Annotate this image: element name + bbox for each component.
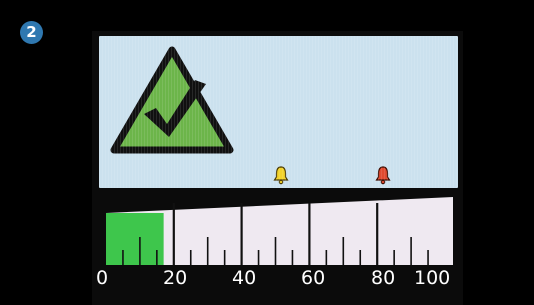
alarm-yellow-icon	[273, 166, 289, 185]
tick-label-40: 40	[232, 267, 257, 289]
tick-label-80: 80	[371, 267, 396, 289]
bar-gauge	[106, 197, 453, 265]
tick-label-0: 0	[96, 267, 109, 289]
lcd-screen	[99, 36, 458, 188]
tick-label-100: 100	[414, 267, 451, 289]
alarm-red-icon	[375, 166, 391, 185]
gauge-fill	[106, 213, 164, 265]
tick-label-20: 20	[163, 267, 188, 289]
tick-label-60: 60	[301, 267, 326, 289]
check-warning-triangle-icon	[110, 46, 234, 154]
step-badge: 2	[20, 21, 43, 44]
gauge-tick-labels: 0 20 40 60 80 100	[96, 266, 458, 290]
